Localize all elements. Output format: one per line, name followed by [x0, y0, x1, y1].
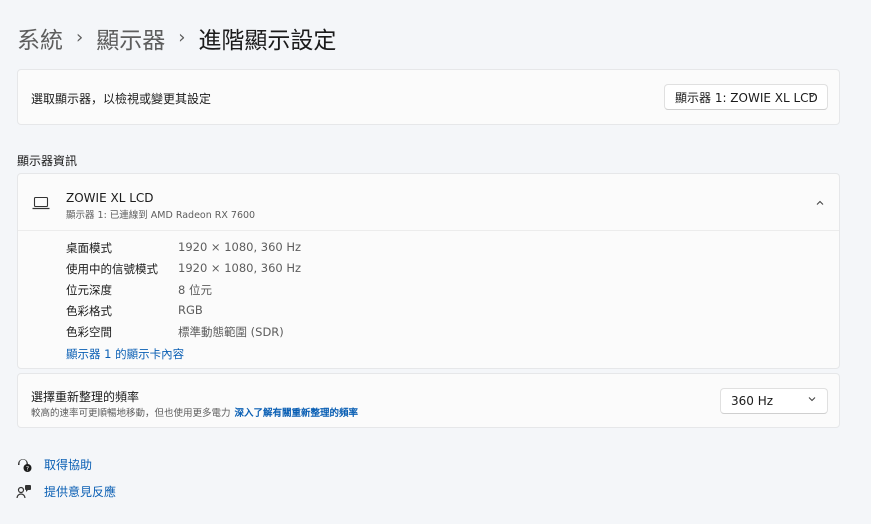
refresh-rate-description: 較高的速率可更順暢地移動，但也使用更多電力 深入了解有關重新整理的頻率 — [31, 405, 358, 419]
refresh-rate-dropdown[interactable]: 360 Hz — [720, 388, 828, 414]
display-select-dropdown[interactable]: 顯示器 1: ZOWIE XL LCD — [664, 84, 828, 110]
display-adapter-properties-link[interactable]: 顯示器 1 的顯示卡內容 — [66, 346, 184, 362]
display-connection-subtitle: 顯示器 1: 已連線到 AMD Radeon RX 7600 — [66, 210, 256, 221]
display-info-card: ZOWIE XL LCD 顯示器 1: 已連線到 AMD Radeon RX 7… — [17, 173, 840, 369]
property-row-desktop-mode: 桌面模式 1920 × 1080, 360 Hz — [66, 240, 301, 256]
chevron-down-icon — [808, 93, 816, 98]
breadcrumb-item-display[interactable]: 顯示器 — [96, 21, 165, 55]
give-feedback-link[interactable]: 提供意見反應 — [16, 483, 116, 500]
breadcrumb-item-system[interactable]: 系統 — [17, 21, 63, 55]
property-key: 桌面模式 — [66, 241, 112, 255]
property-value: 1920 × 1080, 360 Hz — [178, 240, 302, 254]
property-row-color-space: 色彩空間 標準動態範圍 (SDR) — [66, 324, 284, 340]
feedback-icon — [16, 484, 32, 500]
property-key: 使用中的信號模式 — [66, 262, 158, 276]
chevron-up-icon[interactable] — [815, 198, 825, 208]
refresh-rate-learn-more-link[interactable]: 深入了解有關重新整理的頻率 — [235, 408, 359, 419]
get-help-link[interactable]: ? 取得協助 — [16, 456, 92, 473]
property-row-active-signal-mode: 使用中的信號模式 1920 × 1080, 360 Hz — [66, 261, 301, 277]
laptop-icon — [32, 196, 50, 210]
property-row-bit-depth: 位元深度 8 位元 — [66, 282, 212, 298]
give-feedback-label: 提供意見反應 — [44, 485, 117, 499]
property-value: RGB — [178, 303, 203, 317]
display-name: ZOWIE XL LCD — [66, 191, 154, 205]
breadcrumb-separator: › — [178, 26, 186, 48]
refresh-rate-description-text: 較高的速率可更順暢地移動，但也使用更多電力 — [31, 408, 231, 419]
property-key: 位元深度 — [66, 283, 112, 297]
chevron-down-icon — [808, 397, 816, 402]
refresh-rate-title: 選擇重新整理的頻率 — [31, 390, 140, 404]
breadcrumb: 系統 › 顯示器 › 進階顯示設定 — [17, 20, 336, 56]
get-help-label: 取得協助 — [44, 458, 93, 472]
property-key: 色彩格式 — [66, 304, 112, 318]
property-value: 8 位元 — [178, 283, 212, 297]
property-value: 1920 × 1080, 360 Hz — [178, 261, 302, 275]
display-select-label: 選取顯示器，以檢視或變更其設定 — [31, 92, 212, 106]
display-select-value: 顯示器 1: ZOWIE XL LCD — [675, 90, 818, 105]
display-select-card: 選取顯示器，以檢視或變更其設定 顯示器 1: ZOWIE XL LCD — [17, 69, 840, 125]
refresh-rate-value: 360 Hz — [731, 394, 774, 408]
section-title-display-info: 顯示器資訊 — [17, 154, 78, 168]
help-icon: ? — [16, 457, 32, 473]
page-title: 進階顯示設定 — [198, 28, 337, 54]
property-value: 標準動態範圍 (SDR) — [178, 325, 284, 339]
breadcrumb-separator: › — [76, 26, 84, 48]
property-key: 色彩空間 — [66, 325, 112, 339]
refresh-rate-card: 選擇重新整理的頻率 較高的速率可更順暢地移動，但也使用更多電力 深入了解有關重新整… — [17, 373, 840, 428]
svg-text:?: ? — [26, 465, 29, 472]
display-info-header[interactable]: ZOWIE XL LCD 顯示器 1: 已連線到 AMD Radeon RX 7… — [18, 174, 839, 231]
property-row-color-format: 色彩格式 RGB — [66, 303, 203, 319]
